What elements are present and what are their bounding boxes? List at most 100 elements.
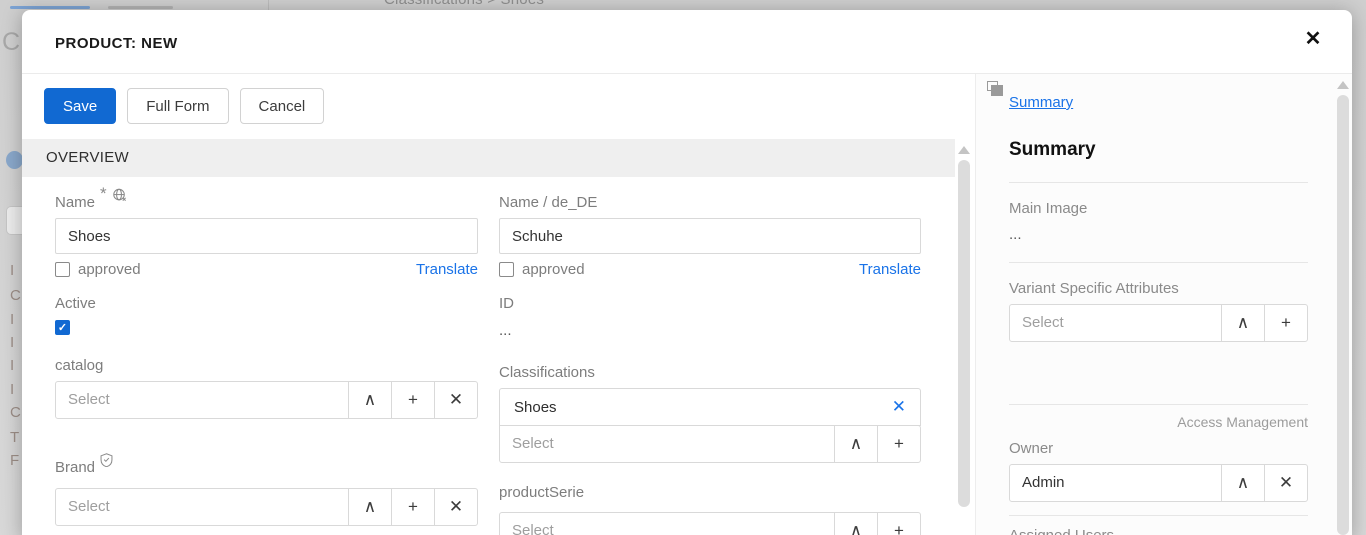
cancel-button[interactable]: Cancel: [239, 88, 325, 124]
product-serie-label: productSerie: [499, 484, 585, 501]
scrollbar-thumb[interactable]: [958, 160, 970, 507]
scroll-up-icon[interactable]: [958, 146, 970, 154]
divider: [1009, 515, 1308, 516]
name-de-translate-link[interactable]: Translate: [859, 261, 921, 278]
scroll-up-icon[interactable]: [1337, 81, 1349, 89]
breadcrumb: Classifications > Shoes: [384, 0, 544, 8]
background-menu-item: C: [10, 287, 21, 304]
variant-attrs-select[interactable]: Select: [1009, 304, 1222, 342]
catalog-collapse-icon[interactable]: ∧: [348, 381, 392, 419]
active-checkbox[interactable]: ✓: [55, 320, 70, 335]
owner-clear-icon[interactable]: ✕: [1264, 464, 1308, 502]
background-menu-item: I: [10, 381, 15, 398]
scrollbar-thumb[interactable]: [1337, 95, 1349, 535]
variant-attrs-label: Variant Specific Attributes: [1009, 280, 1179, 297]
name-de-input[interactable]: [499, 218, 921, 254]
background-menu-item: I: [10, 334, 15, 351]
main-form-panel: Save Full Form Cancel OVERVIEW Name * Sh…: [22, 74, 975, 535]
save-button[interactable]: Save: [44, 88, 117, 124]
product-serie-select[interactable]: Select: [499, 512, 835, 535]
catalog-label: catalog: [55, 357, 104, 374]
classifications-selected-item: Shoes ✕: [499, 388, 921, 426]
modal-title: PRODUCT: NEW: [55, 35, 178, 52]
product-new-modal: PRODUCT: NEW ✕ Save Full Form Cancel OVE…: [22, 10, 1352, 535]
background-menu-item: T: [10, 429, 20, 446]
close-icon[interactable]: ✕: [1298, 24, 1328, 54]
access-management-label: Access Management: [1177, 414, 1308, 430]
id-label: ID: [499, 295, 514, 312]
field-classifications: Classifications Shoes ✕ Select ∧ +: [499, 364, 921, 463]
globe-untranslated-icon: [112, 188, 127, 203]
variant-attrs-combo: Select ∧ +: [1009, 304, 1308, 342]
summary-sidebar: Summary Summary Main Image ... Variant S…: [975, 74, 1352, 535]
brand-clear-icon[interactable]: ✕: [434, 488, 478, 526]
assigned-users-label: Assigned Users: [1009, 527, 1308, 535]
brand-add-icon[interactable]: +: [391, 488, 435, 526]
name-de-label: Name / de_DE: [499, 194, 598, 211]
modal-header: PRODUCT: NEW ✕: [22, 10, 1352, 74]
background-menu-item: I: [10, 311, 15, 328]
name-label: Name: [55, 194, 96, 211]
owner-collapse-icon[interactable]: ∧: [1221, 464, 1265, 502]
sidebar-scrollbar[interactable]: [1337, 81, 1349, 535]
name-de-approved-checkbox[interactable]: [499, 262, 514, 277]
brand-collapse-icon[interactable]: ∧: [348, 488, 392, 526]
background-menu-item: F: [10, 452, 20, 469]
variant-attrs-collapse-icon[interactable]: ∧: [1221, 304, 1265, 342]
field-name: Name * Shoes approved Translate: [55, 185, 478, 278]
catalog-add-icon[interactable]: +: [391, 381, 435, 419]
background-heading-fragment: C: [2, 28, 21, 56]
field-id: ID ...: [499, 295, 921, 339]
product-serie-add-icon[interactable]: +: [877, 512, 921, 535]
variant-attrs-add-icon[interactable]: +: [1264, 304, 1308, 342]
background-menu-item: I: [10, 262, 15, 279]
full-form-button[interactable]: Full Form: [127, 88, 229, 124]
background-avatar-fragment: [6, 151, 23, 169]
main-image-value: ...: [1009, 226, 1022, 243]
divider: [1009, 182, 1308, 183]
main-scrollbar[interactable]: [958, 146, 970, 507]
summary-heading: Summary: [1009, 139, 1096, 160]
owner-combo: Admin ∧ ✕: [1009, 464, 1308, 502]
background-menu-item: C: [10, 404, 21, 421]
background-tab-underline: [108, 6, 173, 9]
background-active-tab-underline: [10, 6, 90, 9]
pages-icon: [987, 81, 1003, 96]
name-de-approved-label: approved: [522, 261, 585, 278]
name-approved-label: approved: [78, 261, 141, 278]
field-name-de: Name / de_DE approved Translate: [499, 194, 921, 278]
required-icon: *: [100, 184, 107, 203]
classifications-add-icon[interactable]: +: [877, 425, 921, 463]
brand-select[interactable]: Select: [55, 488, 349, 526]
background-divider: [268, 0, 269, 10]
divider: [1009, 262, 1308, 263]
owner-select[interactable]: Admin: [1009, 464, 1222, 502]
field-catalog: catalog Select ∧ + ✕: [55, 357, 478, 419]
background-menu-item: I: [10, 357, 15, 374]
field-product-serie: productSerie Select ∧ +: [499, 484, 921, 535]
divider: [1009, 404, 1308, 405]
classifications-select[interactable]: Select: [499, 425, 835, 463]
shield-check-icon: [100, 453, 113, 467]
classifications-remove-icon[interactable]: ✕: [892, 397, 906, 417]
background-input-fragment: [6, 206, 23, 235]
classifications-label: Classifications: [499, 364, 595, 381]
toolbar: Save Full Form Cancel: [22, 74, 975, 124]
field-active: Active ✓: [55, 295, 478, 335]
catalog-select[interactable]: Select: [55, 381, 349, 419]
name-approved-checkbox[interactable]: [55, 262, 70, 277]
name-input[interactable]: [55, 218, 478, 254]
sidebar-summary-link[interactable]: Summary: [1009, 94, 1073, 111]
brand-label: Brand: [55, 459, 96, 476]
active-label: Active: [55, 295, 96, 312]
id-value: ...: [499, 322, 512, 339]
catalog-clear-icon[interactable]: ✕: [434, 381, 478, 419]
product-serie-collapse-icon[interactable]: ∧: [834, 512, 878, 535]
classifications-selected-value: Shoes: [514, 398, 557, 416]
field-brand: Brand Select ∧ + ✕: [55, 453, 478, 526]
main-image-label: Main Image: [1009, 200, 1088, 217]
classifications-collapse-icon[interactable]: ∧: [834, 425, 878, 463]
overview-section-header: OVERVIEW: [22, 139, 955, 177]
name-translate-link[interactable]: Translate: [416, 261, 478, 278]
owner-label: Owner: [1009, 440, 1054, 457]
